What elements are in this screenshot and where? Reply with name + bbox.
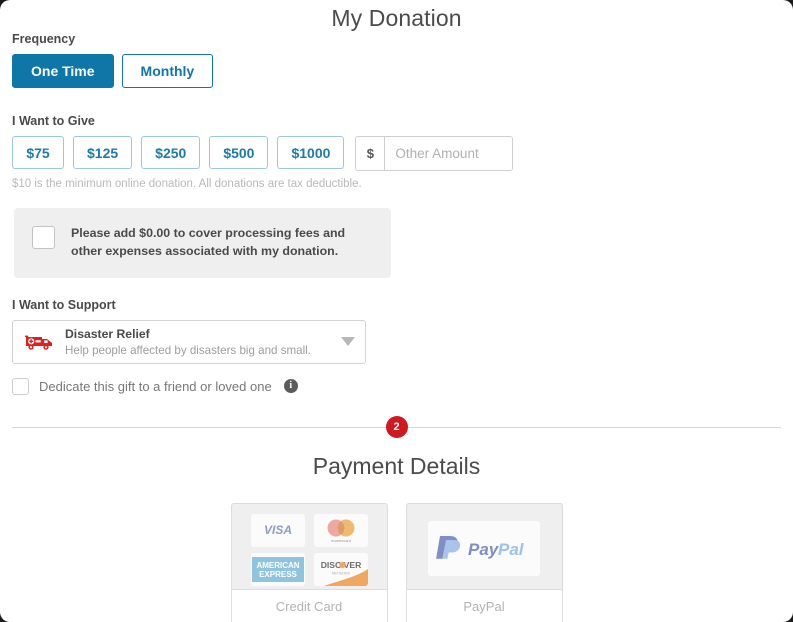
- paypal-icon: Pay Pal: [428, 520, 540, 576]
- svg-text:NETWORK: NETWORK: [331, 571, 350, 575]
- svg-text:EXPRESS: EXPRESS: [259, 570, 297, 579]
- amount-option-4[interactable]: $500: [209, 136, 269, 169]
- credit-card-logos: VISA mastercard AMERICAN EXPRESS DISC VE…: [232, 504, 387, 589]
- svg-text:VISA: VISA: [263, 523, 291, 537]
- frequency-label: Frequency: [12, 32, 76, 46]
- amount-option-5[interactable]: $1000: [277, 136, 345, 169]
- support-option-title: Disaster Relief: [65, 327, 150, 342]
- visa-icon: VISA: [250, 513, 305, 547]
- other-amount-group: $: [355, 136, 514, 171]
- info-icon[interactable]: i: [283, 379, 298, 394]
- page-title: My Donation: [331, 5, 462, 31]
- svg-text:Pal: Pal: [498, 540, 525, 559]
- section-divider: 2: [12, 413, 781, 443]
- chevron-down-icon[interactable]: [341, 337, 355, 347]
- payment-title: Payment Details: [312, 452, 481, 479]
- support-option-description: Help people affected by disasters big an…: [65, 344, 311, 358]
- dedicate-gift-row: Dedicate this gift to a friend or loved …: [0, 377, 793, 395]
- ambulance-icon: [25, 332, 55, 352]
- processing-fee-label: Please add $0.00 to cover processing fee…: [71, 226, 346, 258]
- mastercard-icon: mastercard: [313, 513, 368, 547]
- payment-method-credit-card[interactable]: VISA mastercard AMERICAN EXPRESS DISC VE…: [230, 502, 388, 622]
- paypal-logo-wrap: Pay Pal: [407, 504, 562, 589]
- payment-method-paypal[interactable]: Pay Pal PayPal: [405, 502, 563, 622]
- currency-prefix: $: [356, 137, 386, 170]
- support-selected-value: Disaster Relief Help people affected by …: [65, 325, 333, 358]
- support-label: I Want to Support: [12, 297, 116, 312]
- donation-disclaimer: $10 is the minimum online donation. All …: [12, 178, 362, 190]
- amount-option-3[interactable]: $250: [141, 136, 201, 169]
- dedicate-gift-label: Dedicate this gift to a friend or loved …: [39, 378, 272, 394]
- svg-text:Pay: Pay: [468, 540, 500, 559]
- dedicate-gift-checkbox[interactable]: [12, 377, 29, 395]
- support-designation-select[interactable]: Disaster Relief Help people affected by …: [12, 319, 366, 364]
- processing-fee-panel: Please add $0.00 to cover processing fee…: [14, 208, 391, 278]
- processing-fee-checkbox[interactable]: [32, 226, 55, 249]
- step-badge: 2: [385, 415, 408, 438]
- discover-icon: DISC VER NETWORK: [313, 552, 368, 586]
- amount-option-1[interactable]: $75: [12, 136, 64, 169]
- payment-method-paypal-label: PayPal: [406, 588, 562, 622]
- donation-form-page: My Donation Frequency One Time Monthly I…: [0, 0, 793, 622]
- svg-text:AMERICAN: AMERICAN: [256, 561, 299, 570]
- payment-method-credit-card-label: Credit Card: [231, 588, 387, 622]
- frequency-option-monthly[interactable]: Monthly: [121, 54, 214, 88]
- amount-option-2[interactable]: $125: [73, 136, 133, 169]
- give-label: I Want to Give: [12, 114, 95, 128]
- svg-text:mastercard: mastercard: [330, 538, 350, 543]
- other-amount-input[interactable]: [385, 137, 513, 170]
- payment-method-options: VISA mastercard AMERICAN EXPRESS DISC VE…: [0, 502, 793, 622]
- frequency-option-one-time[interactable]: One Time: [12, 54, 114, 88]
- frequency-options: One Time Monthly: [0, 54, 793, 88]
- american-express-icon: AMERICAN EXPRESS: [250, 552, 305, 586]
- amount-options: $75 $125 $250 $500 $1000 $: [0, 136, 793, 171]
